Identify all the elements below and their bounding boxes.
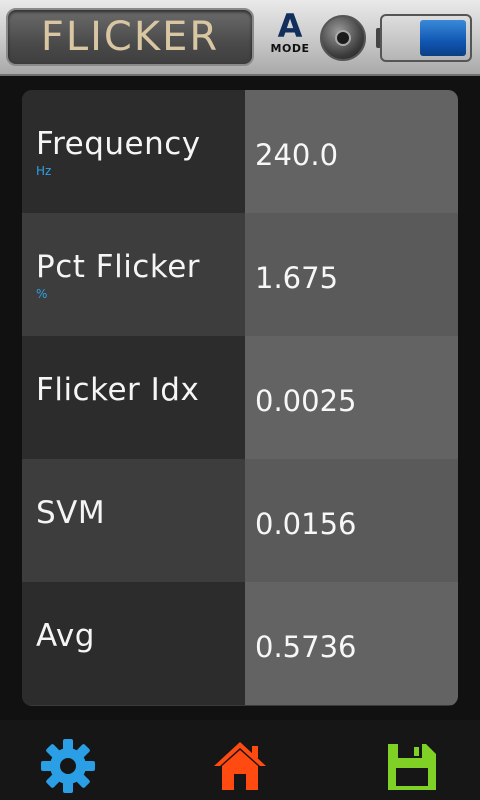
table-row: Pct Flicker % 1.675 (22, 213, 458, 336)
battery-level (419, 20, 466, 56)
floppy-disk-icon (388, 744, 436, 790)
row-unit: Hz (36, 164, 52, 178)
label-cell: SVM (22, 459, 245, 582)
row-unit: % (36, 287, 48, 301)
page-title: FLICKER (40, 14, 220, 60)
save-button[interactable] (382, 738, 442, 794)
gear-icon (41, 739, 95, 793)
mode-letter: A (277, 7, 303, 45)
row-value: 240.0 (255, 138, 339, 172)
title-panel: FLICKER (6, 8, 254, 66)
value-cell: 0.5736 (245, 582, 458, 705)
row-label: Pct Flicker (36, 249, 201, 285)
home-button[interactable] (210, 738, 270, 794)
row-value: 0.0156 (255, 507, 357, 541)
table-row: SVM 0.0156 (22, 459, 458, 582)
label-cell: Avg (22, 582, 245, 705)
table-row: Avg 0.5736 (22, 582, 458, 705)
knob-center (335, 30, 351, 46)
value-cell: 0.0156 (245, 459, 458, 582)
row-label: Frequency (36, 126, 201, 162)
settings-button[interactable] (38, 738, 98, 794)
value-cell: 240.0 (245, 90, 458, 213)
battery-icon (380, 14, 472, 62)
knob-icon[interactable] (320, 15, 366, 61)
app-header: FLICKER A MODE (0, 0, 480, 76)
label-cell: Pct Flicker % (22, 213, 245, 336)
row-value: 1.675 (255, 261, 339, 295)
table-row: Flicker Idx 0.0025 (22, 336, 458, 459)
value-cell: 1.675 (245, 213, 458, 336)
home-icon (214, 742, 266, 790)
value-cell: 0.0025 (245, 336, 458, 459)
row-value: 0.0025 (255, 384, 357, 418)
table-row: Frequency Hz 240.0 (22, 90, 458, 213)
mode-label: MODE (270, 42, 310, 55)
row-value: 0.5736 (255, 630, 357, 664)
label-cell: Frequency Hz (22, 90, 245, 213)
label-cell: Flicker Idx (22, 336, 245, 459)
row-label: SVM (36, 495, 106, 531)
row-label: Avg (36, 618, 95, 654)
measurement-table: Frequency Hz 240.0 Pct Flicker % 1.675 F… (22, 90, 458, 706)
row-label: Flicker Idx (36, 372, 200, 408)
mode-button[interactable]: A MODE (268, 10, 312, 68)
